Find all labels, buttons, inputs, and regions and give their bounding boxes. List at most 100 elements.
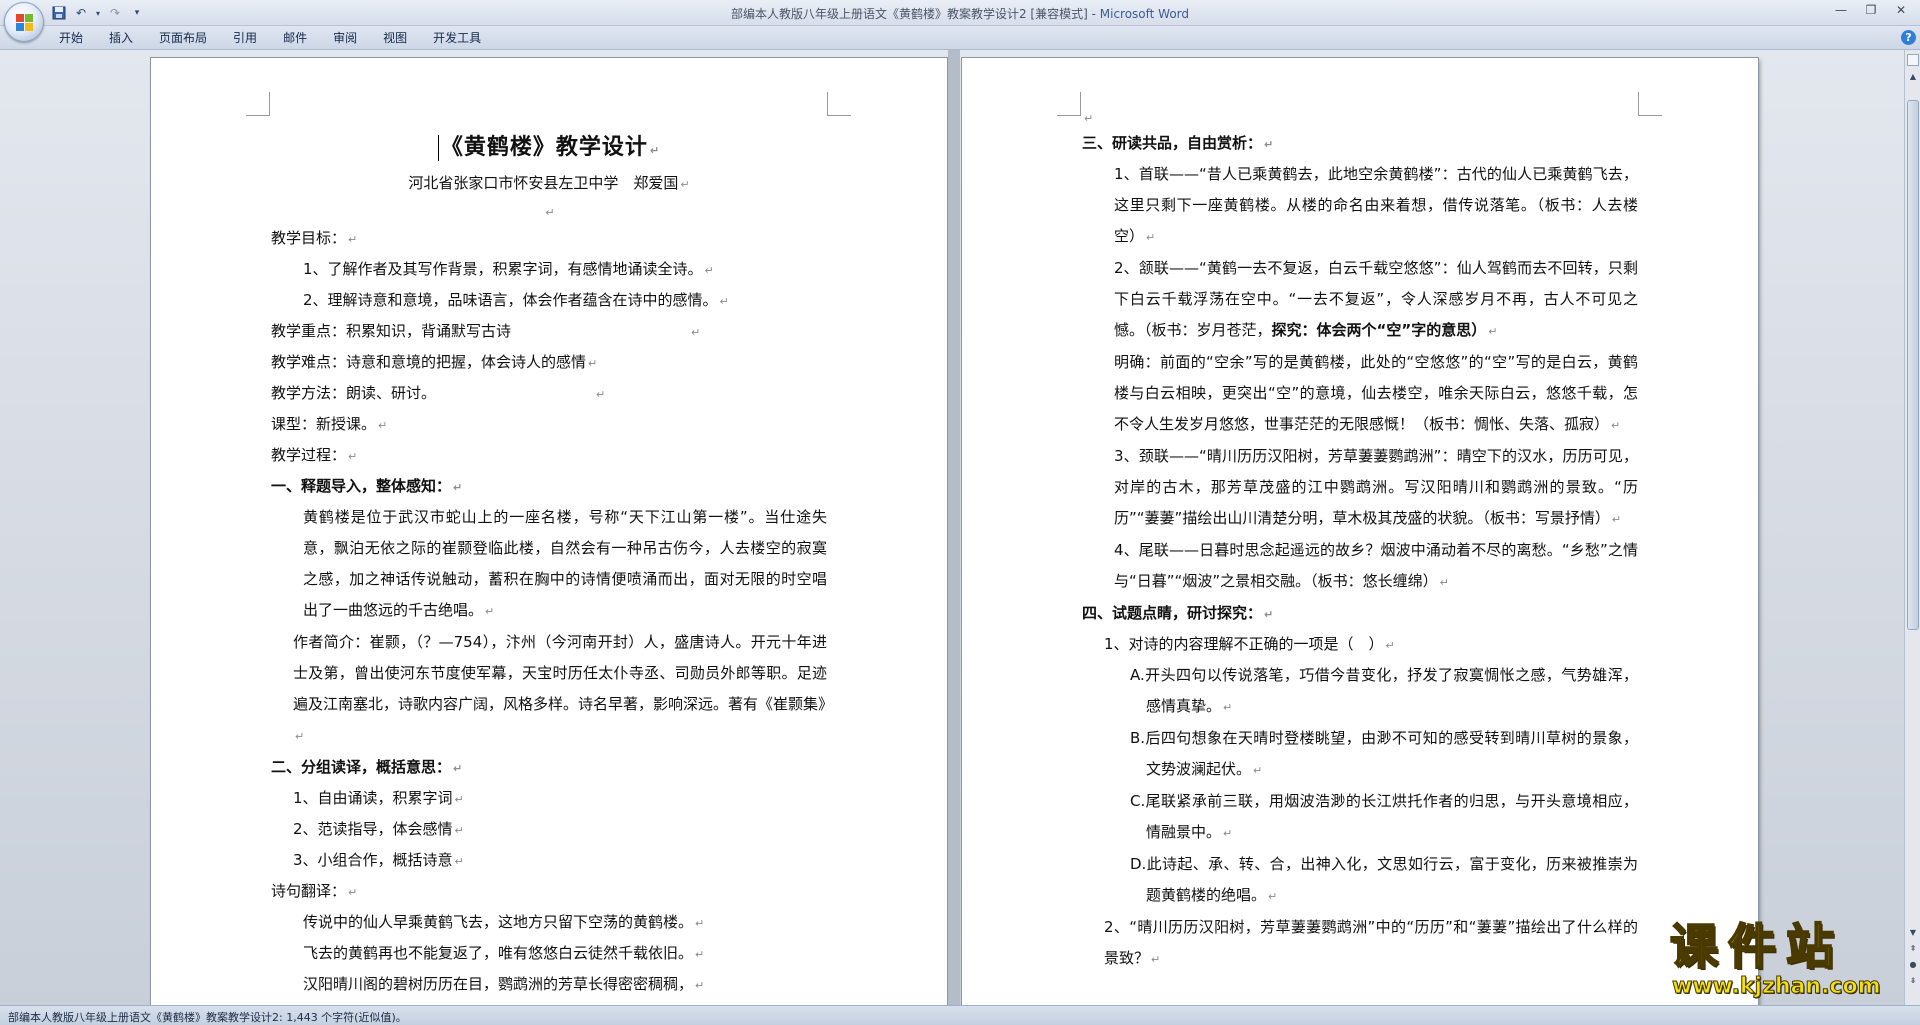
tab-developer[interactable]: 开发工具 <box>420 30 494 46</box>
goal-item: 2、理解诗意和意境，品味语言，体会作者蕴含在诗中的感情。 ↵ <box>271 285 827 316</box>
section-heading: 三、研读共品，自由赏析： ↵ <box>1082 128 1638 159</box>
status-bar: 部编本人教版八年级上册语文《黄鹤楼》教案教学设计2: 1,443 个字符(近似值… <box>0 1005 1920 1025</box>
title-bar: ↶ ▾ ↷ ▾ 部编本人教版八年级上册语文《黄鹤楼》教案教学设计2 [兼容模式]… <box>0 0 1920 26</box>
text: 汉阳晴川阁的碧树历历在目，鹦鹉洲的芳草长得密密稠稠， <box>303 975 694 993</box>
paragraph-mark: ↵ <box>485 605 495 618</box>
text: 教学目标： <box>271 229 347 247</box>
clarify-paragraph: 明确：前面的“空余”写的是黄鹤楼，此处的“空悠悠”的“空”写的是白云，黄鹤楼与白… <box>1082 347 1638 441</box>
ribbon-tab-bar: 开始 插入 页面布局 引用 邮件 审阅 视图 开发工具 ? <box>0 26 1920 50</box>
status-text: 部编本人教版八年级上册语文《黄鹤楼》教案教学设计2: 1,443 个字符(近似值… <box>8 1011 407 1024</box>
text: 传说中的仙人早乘黄鹤飞去，这地方只留下空荡的黄鹤楼。 <box>303 913 694 931</box>
page-right-content: ↵ 三、研读共品，自由赏析： ↵ 1、首联——“昔人已乘黄鹤去，此地空余黄鹤楼”：… <box>1082 106 1638 975</box>
text: A.开头四句以传说落笔，巧借今昔变化，抒发了寂寞惆怅之感，气势雄浑，感情真挚。 <box>1130 666 1638 715</box>
scrollbar-thumb[interactable] <box>1907 100 1919 630</box>
paragraph-mark: ↵ <box>453 481 463 494</box>
tab-mailings[interactable]: 邮件 <box>270 30 320 46</box>
goal-item: 1、了解作者及其写作背景，积累字词，有感情地诵读全诗。 ↵ <box>271 254 827 285</box>
focus-line: 教学重点：积累知识，背诵默写古诗 ↵ <box>271 316 827 347</box>
text: D.此诗起、承、转、合，出神入化，文思如行云，富于变化，历来被推崇为题黄鹤楼的绝… <box>1130 855 1638 904</box>
paragraph-mark: ↵ <box>1611 419 1621 432</box>
document-title[interactable]: 《黄鹤楼》教学设计 ↵ <box>271 128 827 168</box>
tab-review[interactable]: 审阅 <box>320 30 370 46</box>
paragraph-mark: ↵ <box>1611 513 1622 526</box>
paragraph-mark: ↵ <box>1223 827 1233 840</box>
paragraph-mark: ↵ <box>1151 953 1161 966</box>
paragraph-mark: ↵ <box>719 295 729 308</box>
couplet-analysis: 1、首联——“昔人已乘黄鹤去，此地空余黄鹤楼”：古代的仙人已乘黄鹤飞去，这里只剩… <box>1082 159 1638 253</box>
scroll-up-icon[interactable]: ▲ <box>1907 70 1919 84</box>
text: 3、小组合作，概括诗意 <box>293 851 453 869</box>
paragraph-mark: ↵ <box>1264 138 1274 151</box>
office-button[interactable] <box>4 2 44 42</box>
text: 四、试题点睛，研讨探究： <box>1082 604 1263 622</box>
help-icon[interactable]: ? <box>1901 30 1916 45</box>
paragraph-mark: ↵ <box>680 178 690 191</box>
tab-insert[interactable]: 插入 <box>96 30 146 46</box>
ruler-toggle-icon[interactable] <box>1907 54 1919 66</box>
minimize-icon[interactable]: — <box>1826 0 1856 20</box>
couplet-analysis: 3、颈联——“晴川历历汉阳树，芳草萋萋鹦鹉洲”：晴空下的汉水，历历可见，对岸的古… <box>1082 441 1638 535</box>
intro-paragraph: 黄鹤楼是位于武汉市蛇山上的一座名楼，号称“天下江山第一楼”。当仕途失意，飘泊无依… <box>271 502 827 627</box>
text: 课型：新授课。 <box>271 415 377 433</box>
answer-option: D.此诗起、承、转、合，出神入化，文思如行云，富于变化，历来被推崇为题黄鹤楼的绝… <box>1082 849 1638 912</box>
ribbon-tabs: 开始 插入 页面布局 引用 邮件 审阅 视图 开发工具 <box>46 30 494 46</box>
text: 1、自由诵读，积累字词 <box>293 789 453 807</box>
text: 明确：前面的“空余”写的是黄鹤楼，此处的“空悠悠”的“空”写的是白云，黄鹤楼与白… <box>1114 353 1638 433</box>
paragraph-mark: ↵ <box>1385 639 1395 652</box>
paragraph-mark: ↵ <box>704 264 714 277</box>
paragraph-mark: ↵ <box>348 450 358 463</box>
answer-option: A.开头四句以传说落笔，巧借今昔变化，抒发了寂寞惆怅之感，气势雄浑，感情真挚。 ↵ <box>1082 660 1638 723</box>
text: 1、对诗的内容理解不正确的一项是（ ） <box>1104 635 1384 653</box>
document-workspace: 《黄鹤楼》教学设计 ↵ 河北省张家口市怀安县左卫中学 郑爱国 ↵ ↵ 教学目标： ↵ … <box>0 50 1904 1005</box>
paragraph-mark: ↵ <box>596 388 606 401</box>
tab-view[interactable]: 视图 <box>370 30 420 46</box>
empty-line: ↵ <box>1082 106 1638 128</box>
restore-icon[interactable]: ❐ <box>1856 0 1886 20</box>
vertical-scrollbar[interactable]: ▲ ▼ ⇞ ● ⇟ <box>1904 50 1920 1005</box>
section-heading: 一、释题导入，整体感知： ↵ <box>271 471 827 502</box>
paragraph-mark: ↵ <box>1264 608 1274 621</box>
empty-line: ↵ <box>271 199 827 223</box>
tab-home[interactable]: 开始 <box>46 30 96 46</box>
paragraph-mark: ↵ <box>1268 890 1278 903</box>
text: 3、颈联——“晴川历历汉阳树，芳草萋萋鹦鹉洲”：晴空下的汉水，历历可见，对岸的古… <box>1114 447 1638 527</box>
page-right[interactable]: ↵ 三、研读共品，自由赏析： ↵ 1、首联——“昔人已乘黄鹤去，此地空余黄鹤楼”：… <box>962 58 1758 1005</box>
text: 教学方法：朗读、研讨。 <box>271 384 437 402</box>
paragraph-mark: ↵ <box>695 979 705 992</box>
paragraph-mark: ↵ <box>453 762 463 775</box>
tab-references[interactable]: 引用 <box>220 30 270 46</box>
text: 2、范读指导，体会感情 <box>293 820 453 838</box>
close-icon[interactable]: ✕ <box>1886 0 1916 20</box>
paragraph-mark: ↵ <box>1146 231 1156 244</box>
method-line: 教学方法：朗读、研讨。 ↵ <box>271 378 827 409</box>
text: 教学难点：诗意和意境的把握，体会诗人的感情 <box>271 353 587 371</box>
window-controls: — ❐ ✕ <box>1826 0 1916 20</box>
paragraph-mark: ↵ <box>1253 764 1263 777</box>
page-left[interactable]: 《黄鹤楼》教学设计 ↵ 河北省张家口市怀安县左卫中学 郑爱国 ↵ ↵ 教学目标： ↵ … <box>151 58 947 1005</box>
text: 教学过程： <box>271 446 347 464</box>
couplet-analysis: 2、颔联——“黄鹤一去不复返，白云千载空悠悠”：仙人驾鹤而去不回转，只剩下白云千… <box>1082 253 1638 347</box>
watermark-url: www.kjzhan.com <box>1672 974 1882 1000</box>
paragraph-mark: ↵ <box>691 326 701 339</box>
margin-corner-mark <box>246 92 270 116</box>
margin-corner-mark <box>827 92 851 116</box>
paragraph-mark: ↵ <box>649 144 661 157</box>
page-left-content: 《黄鹤楼》教学设计 ↵ 河北省张家口市怀安县左卫中学 郑爱国 ↵ ↵ 教学目标： ↵ … <box>271 128 833 1000</box>
page-gap <box>948 50 960 1005</box>
text: 诗句翻译： <box>271 882 347 900</box>
text: C.尾联紧承前三联，用烟波浩渺的长江烘托作者的归思，与开头意境相应，情融景中。 <box>1130 792 1638 841</box>
office-logo-icon <box>16 14 34 32</box>
difficulty-line: 教学难点：诗意和意境的把握，体会诗人的感情 ↵ <box>271 347 827 378</box>
paragraph-mark: ↵ <box>695 948 705 961</box>
tab-page-layout[interactable]: 页面布局 <box>146 30 220 46</box>
answer-option: C.尾联紧承前三联，用烟波浩渺的长江烘托作者的归思，与开头意境相应，情融景中。 ↵ <box>1082 786 1638 849</box>
section-heading: 二、分组读译，概括意思： ↵ <box>271 752 827 783</box>
goals-label: 教学目标： ↵ <box>271 223 827 254</box>
watermark-logo: 课件站 www.kjzhan.com <box>1660 919 1912 1004</box>
paragraph-mark: ↵ <box>1223 701 1233 714</box>
paragraph-mark: ↵ <box>545 206 555 219</box>
text: 作者简介：崔颢，（？—754），汴州（今河南开封）人，盛唐诗人。开元十年进士及第… <box>293 633 834 713</box>
text: 二、分组读译，概括意思： <box>271 758 452 776</box>
paragraph-mark: ↵ <box>454 824 464 837</box>
section-heading: 四、试题点睛，研讨探究： ↵ <box>1082 598 1638 629</box>
